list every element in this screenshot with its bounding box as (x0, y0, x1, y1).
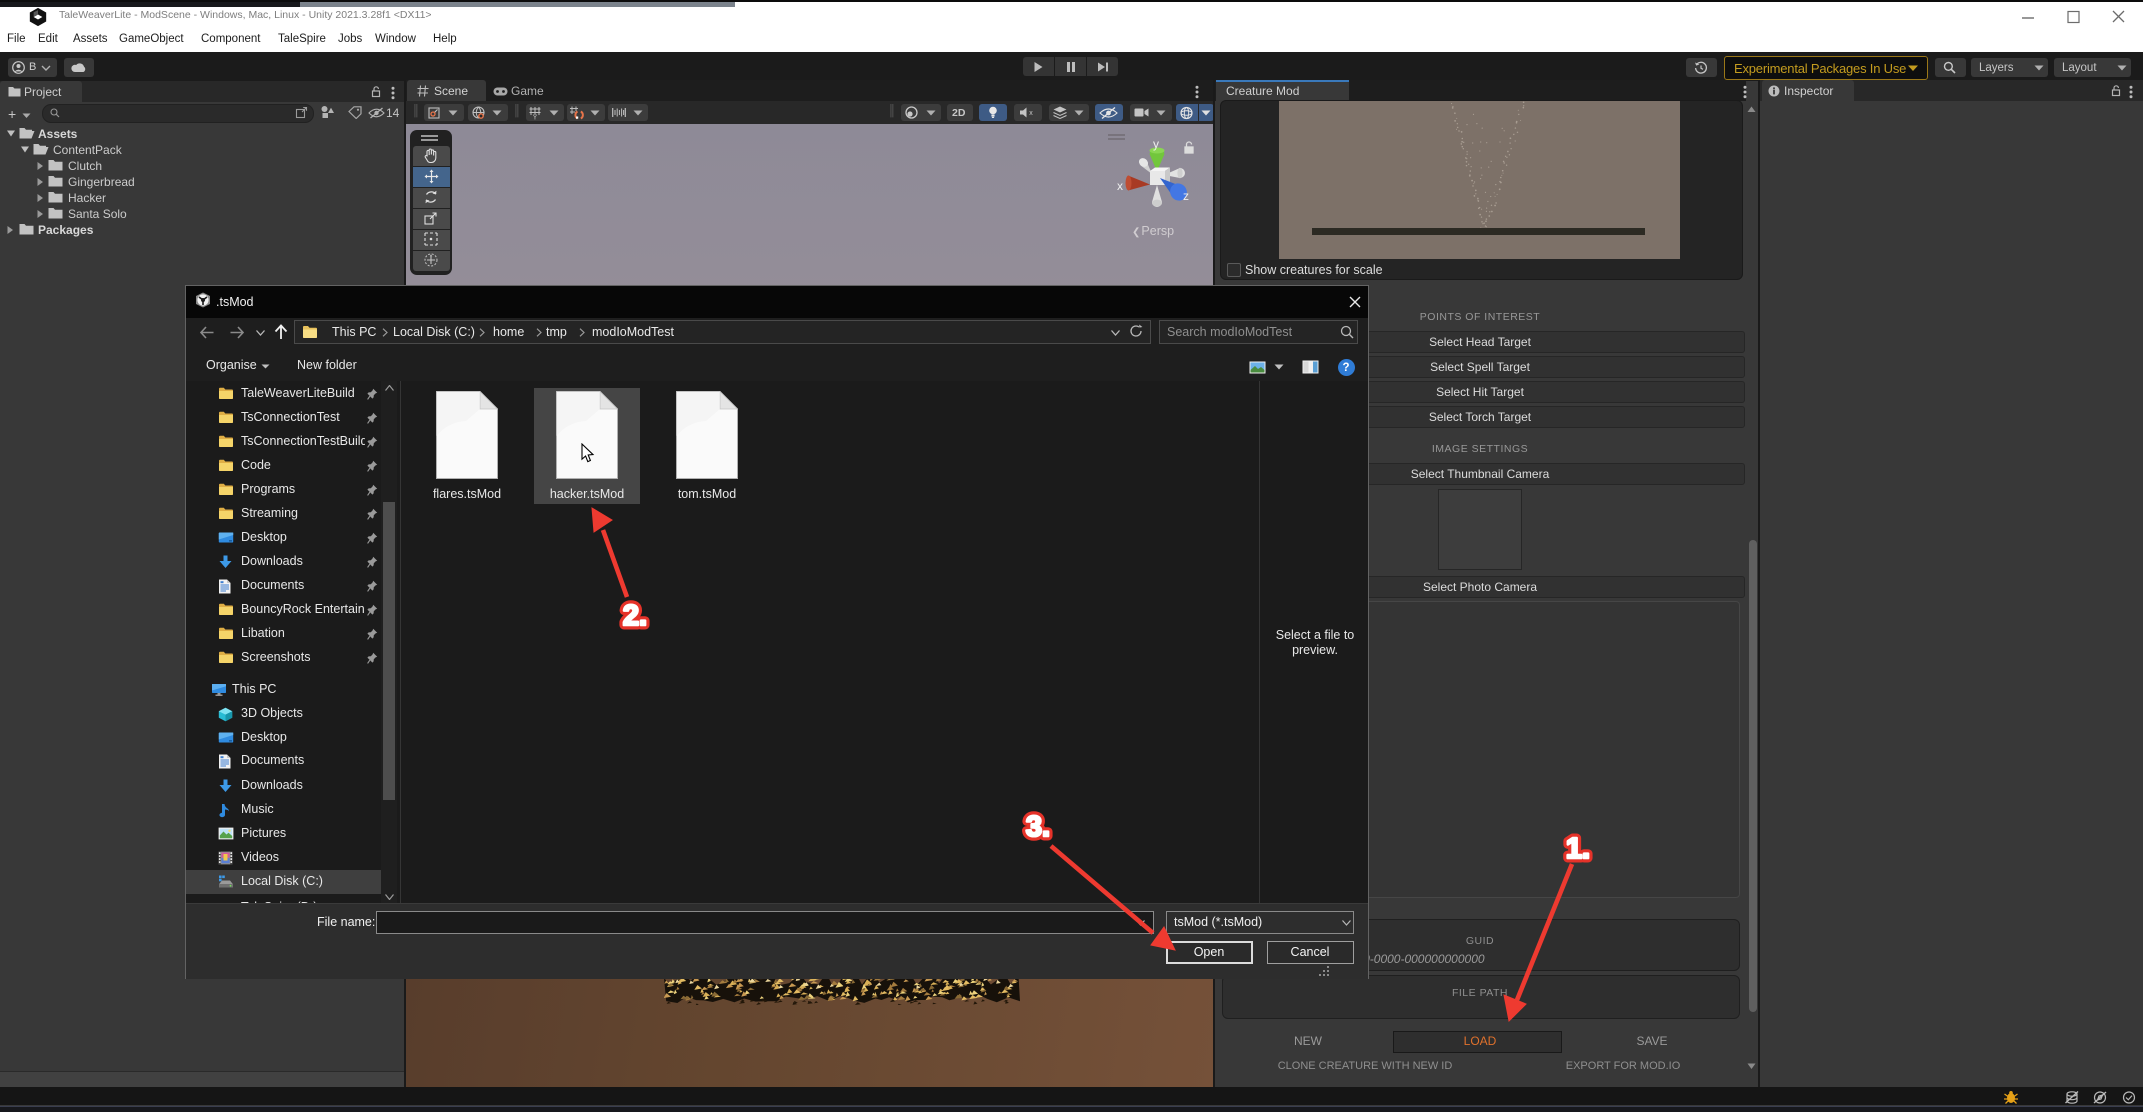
svg-text:2.: 2. (623, 600, 647, 632)
svg-text:1.: 1. (1566, 833, 1590, 865)
svg-text:3.: 3. (1026, 811, 1050, 843)
